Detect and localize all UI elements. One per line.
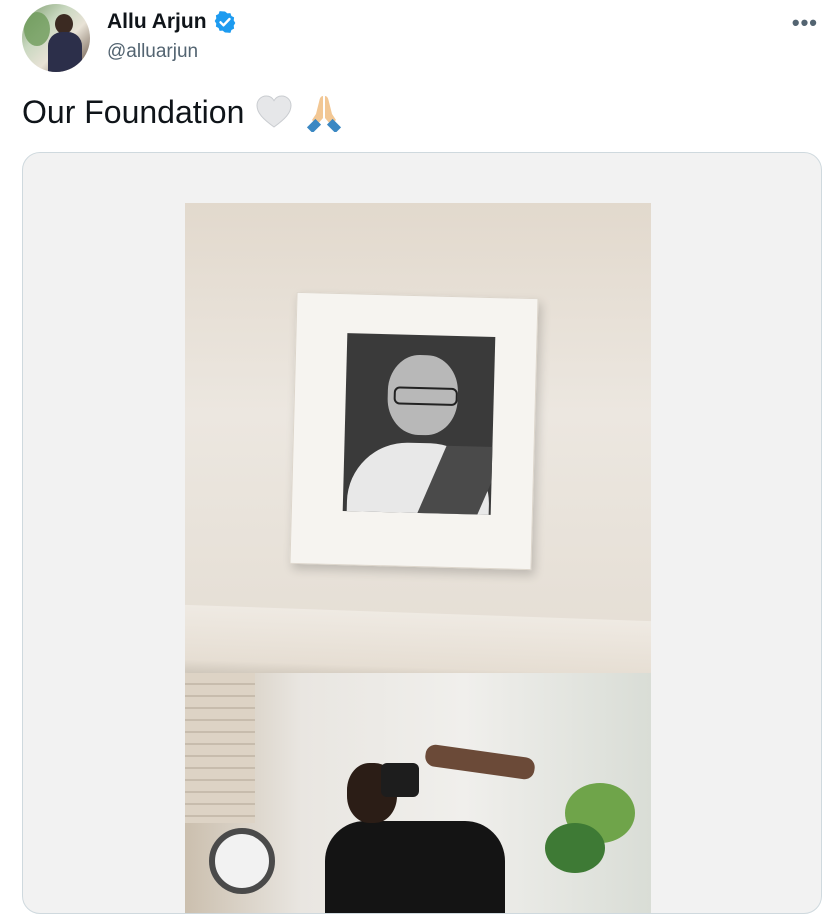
verified-badge-icon: [214, 11, 235, 33]
photographer-body: [325, 821, 505, 913]
avatar-tree: [24, 12, 50, 46]
white-heart-icon: [256, 95, 292, 128]
tweet-media-card[interactable]: [22, 152, 822, 914]
window-blinds: [185, 673, 255, 823]
tweet-text: Our Foundation: [22, 92, 344, 132]
fan: [209, 828, 275, 894]
plant: [545, 823, 605, 873]
avatar-body: [48, 32, 82, 72]
framed-portrait: [342, 333, 496, 515]
camera-icon: [381, 763, 419, 797]
tweet-photo[interactable]: [185, 203, 651, 913]
author-row: Allu Arjun: [107, 10, 237, 34]
more-horizontal-icon[interactable]: •••: [792, 10, 818, 36]
author-name[interactable]: Allu Arjun: [107, 10, 207, 34]
portrait-glasses: [393, 386, 458, 407]
folded-hands-icon: [307, 96, 342, 132]
avatar-head: [55, 14, 73, 34]
tweet-body: Our Foundation: [22, 93, 245, 130]
author-handle[interactable]: @alluarjun: [107, 41, 198, 63]
avatar[interactable]: [22, 4, 90, 72]
